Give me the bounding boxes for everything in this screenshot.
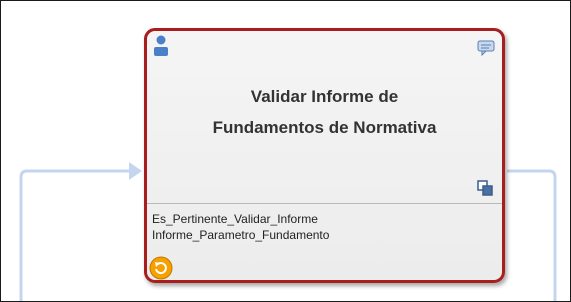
loop-icon[interactable] — [149, 256, 173, 280]
task-divider — [147, 203, 502, 204]
task-variable: Es_Pertinente_Validar_Informe — [152, 212, 318, 226]
multi-instance-icon[interactable] — [477, 180, 493, 196]
task-title: Validar Informe de Fundamentos de Normat… — [187, 81, 462, 143]
comment-icon[interactable] — [477, 40, 495, 56]
user-icon — [154, 35, 168, 56]
task-variable: Informe_Parametro_Fundamento — [152, 228, 330, 242]
task-variables: Es_Pertinente_Validar_Informe Informe_Pa… — [152, 211, 329, 243]
flow-arrowhead-icon — [129, 162, 142, 180]
task-title-line-1: Validar Informe de — [250, 87, 399, 106]
user-task[interactable]: Validar Informe de Fundamentos de Normat… — [144, 28, 505, 283]
task-title-line-2: Fundamentos de Normativa — [212, 118, 437, 137]
process-canvas[interactable]: Validar Informe de Fundamentos de Normat… — [0, 0, 571, 302]
